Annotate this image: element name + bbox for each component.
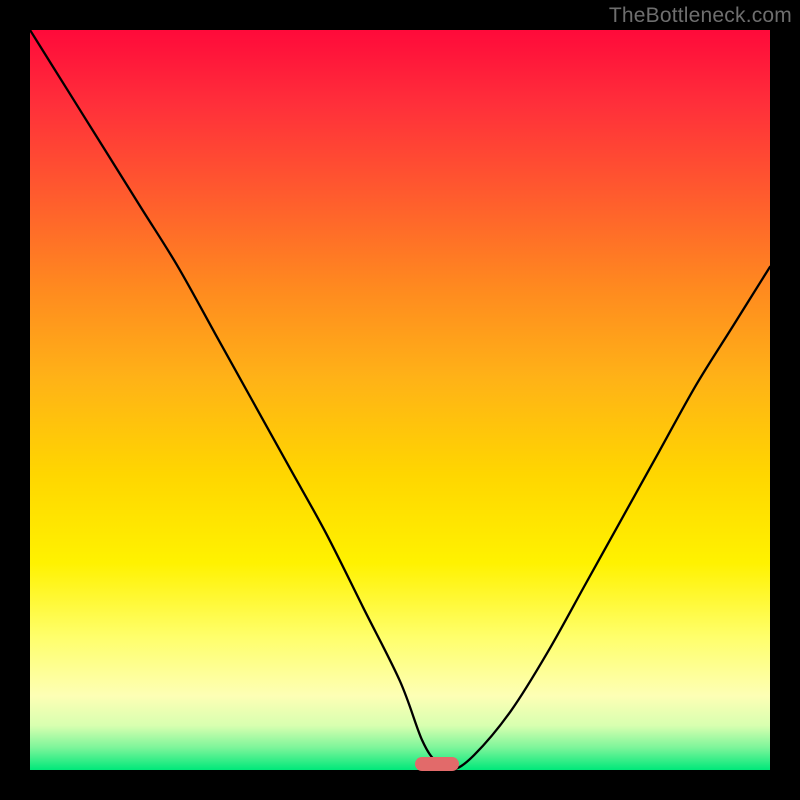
plot-area <box>30 30 770 770</box>
optimal-marker <box>415 757 459 771</box>
bottleneck-curve <box>30 30 770 770</box>
chart-frame: TheBottleneck.com <box>0 0 800 800</box>
watermark-text: TheBottleneck.com <box>609 4 792 28</box>
